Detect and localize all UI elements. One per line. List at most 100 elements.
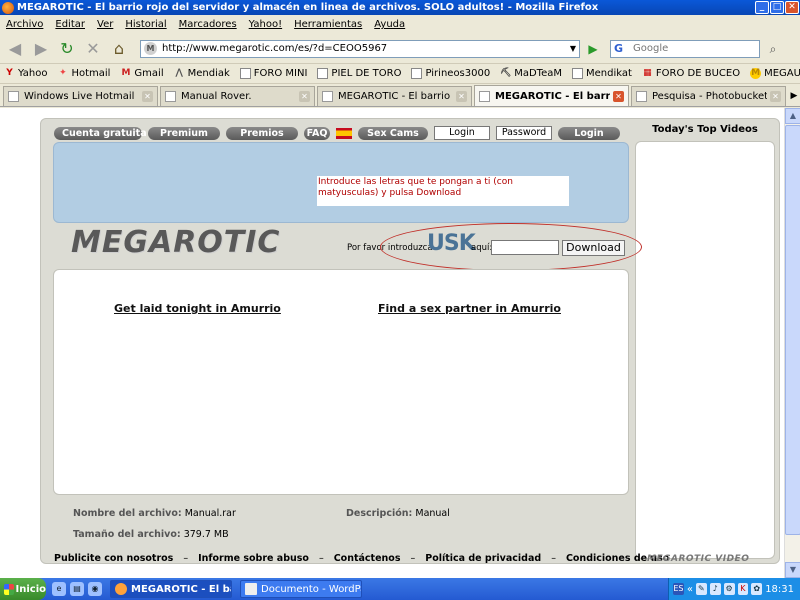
login-button[interactable]: Login	[558, 126, 620, 140]
close-tab-icon[interactable]: ✕	[456, 91, 467, 102]
bookmark-mendiak[interactable]: ⋀ Mendiak	[174, 68, 229, 79]
bookmark-piel-de-toro[interactable]: PIEL DE TORO	[317, 68, 401, 79]
menu-ayuda[interactable]: Ayuda	[374, 19, 405, 30]
home-icon[interactable]: ⌂	[108, 38, 130, 60]
vertical-scrollbar[interactable]: ▲ ▼	[784, 108, 800, 578]
menu-archivo[interactable]: Archivo	[6, 19, 43, 30]
premium-button[interactable]: Premium	[148, 126, 220, 140]
close-tab-icon[interactable]: ✕	[299, 91, 310, 102]
url-dropdown-icon[interactable]: ▼	[570, 44, 579, 53]
firefox-icon	[2, 1, 14, 14]
tray-app-icon[interactable]: ⚙	[723, 583, 735, 595]
ad-link-right[interactable]: Find a sex partner in Amurrio	[378, 302, 561, 315]
bookmark-foro-de-buceo[interactable]: ▦ FORO DE BUCEO	[642, 68, 740, 79]
tab-bar: Windows Live Hotmail ✕ Manual Rover. ✕ MEG…	[0, 85, 800, 107]
login-field[interactable]: Login	[434, 126, 490, 140]
scroll-thumb[interactable]	[785, 125, 800, 535]
language-indicator[interactable]: ES	[673, 583, 684, 595]
start-button[interactable]: Inicio	[0, 578, 46, 600]
firefox-quick-icon[interactable]: ◉	[88, 582, 102, 596]
tab-megarotic-active[interactable]: MEGAROTIC - El barrio r...✕	[474, 85, 629, 106]
footer-privacy-link[interactable]: Política de privacidad	[425, 553, 541, 564]
tab-scroll-right-icon[interactable]: ▶	[788, 86, 800, 106]
ad-area: Get laid tonight in Amurrio Find a sex p…	[53, 269, 629, 495]
close-tab-icon[interactable]: ✕	[613, 90, 624, 102]
bookmark-gmail[interactable]: M Gmail	[120, 68, 163, 79]
hotmail-icon: ✦	[59, 68, 67, 78]
stop-icon[interactable]: ✕	[82, 38, 104, 60]
captcha-label: Por favor introduzca	[347, 243, 433, 253]
forward-arrow-icon[interactable]: ▶	[30, 38, 52, 60]
mountain-icon: ⋀	[175, 68, 183, 78]
menu-yahoo[interactable]: Yahoo!	[249, 19, 282, 30]
bookmark-megaupload[interactable]: MMEGAUPLOAD	[750, 68, 800, 79]
menu-ver[interactable]: Ver	[97, 19, 113, 30]
search-input[interactable]	[633, 43, 743, 54]
go-icon[interactable]: ▶	[584, 40, 602, 58]
menu-historial[interactable]: Historial	[125, 19, 166, 30]
megarotic-video-logo[interactable]: MEGAROTIC VIDEO	[647, 554, 749, 564]
file-desc-label: Descripción:	[346, 508, 413, 519]
tray-app-icon[interactable]: ♪	[709, 583, 721, 595]
footer-advertise-link[interactable]: Publicite con nosotros	[54, 553, 173, 564]
page-icon	[572, 68, 583, 79]
minimize-button[interactable]: _	[755, 1, 769, 14]
google-icon[interactable]: G	[614, 42, 630, 56]
menu-herramientas[interactable]: Herramientas	[294, 19, 362, 30]
tray-expand-icon[interactable]: «	[687, 584, 693, 595]
prizes-button[interactable]: Premios	[226, 126, 298, 140]
bookmark-foro-mini[interactable]: FORO MINI	[239, 68, 307, 79]
task-firefox[interactable]: MEGAROTIC - El barri...	[110, 580, 232, 598]
file-name-label: Nombre del archivo:	[73, 508, 182, 519]
bookmarks-toolbar: Y Yahoo ✦ Hotmail M Gmail ⋀ Mendiak FORO MIN…	[0, 64, 800, 84]
clock[interactable]: 18:31	[765, 584, 794, 595]
firefox-icon	[115, 583, 127, 595]
bookmark-pirineos3000[interactable]: Pirineos3000	[411, 68, 490, 79]
bookmark-mendikat[interactable]: Mendikat	[572, 68, 632, 79]
reload-icon[interactable]: ↻	[56, 38, 78, 60]
download-button[interactable]: Download	[562, 240, 625, 256]
task-wordpad[interactable]: Documento - WordPad	[240, 580, 362, 598]
ad-link-left[interactable]: Get laid tonight in Amurrio	[114, 302, 281, 315]
password-field[interactable]: Password	[496, 126, 552, 140]
tab-manual-rover[interactable]: Manual Rover. ✕	[160, 86, 315, 106]
free-account-button[interactable]: Cuenta gratuita	[54, 126, 147, 140]
tray-app-icon[interactable]: ✎	[695, 583, 707, 595]
maximize-button[interactable]: □	[770, 1, 784, 14]
page-icon	[239, 68, 251, 79]
menu-editar[interactable]: Editar	[55, 19, 85, 30]
url-bar[interactable]: M http://www.megarotic.com/es/?d=CEOO596…	[140, 39, 580, 58]
page-icon	[165, 91, 176, 102]
sexcams-button[interactable]: Sex Cams	[358, 126, 428, 140]
bookmark-yahoo[interactable]: Y Yahoo	[4, 68, 47, 79]
footer-abuse-link[interactable]: Informe sobre abuso	[198, 553, 309, 564]
close-window-button[interactable]: ✕	[785, 1, 799, 14]
bookmark-hotmail[interactable]: ✦ Hotmail	[57, 68, 110, 79]
tray-k-icon[interactable]: K	[737, 583, 749, 595]
back-arrow-icon[interactable]: ◀	[4, 38, 26, 60]
captcha-input[interactable]	[491, 240, 559, 255]
windows-logo-icon	[4, 583, 14, 595]
close-tab-icon[interactable]: ✕	[770, 91, 781, 102]
close-tab-icon[interactable]: ✕	[142, 91, 153, 102]
file-desc-row: Descripción: Manual	[346, 508, 450, 519]
site-top-nav: Cuenta gratuita Premium Premios FAQ Sex …	[54, 126, 620, 140]
tab-photobucket[interactable]: Pesquisa - Photobucket - Vi...✕	[631, 86, 786, 106]
faq-button[interactable]: FAQ	[304, 126, 330, 140]
url-text[interactable]: http://www.megarotic.com/es/?d=CEOO5967	[162, 43, 570, 54]
footer-contact-link[interactable]: Contáctenos	[334, 553, 401, 564]
tab-hotmail[interactable]: Windows Live Hotmail ✕	[3, 86, 158, 106]
bookmark-madteam[interactable]: ⛏ MaDTeaM	[500, 68, 562, 79]
search-icon[interactable]: ⌕	[764, 40, 782, 58]
explorer-icon[interactable]: ▤	[70, 582, 84, 596]
menu-marcadores[interactable]: Marcadores	[179, 19, 237, 30]
scroll-up-icon[interactable]: ▲	[785, 108, 800, 124]
spain-flag-icon[interactable]	[336, 127, 352, 139]
tray-app-icon[interactable]: ✿	[751, 583, 763, 595]
page-icon	[636, 91, 647, 102]
megarotic-logo[interactable]: MEGAROTIC	[71, 225, 280, 260]
tab-megarotic-1[interactable]: MEGAROTIC - El barrio rojo ...✕	[317, 86, 472, 106]
ie-icon[interactable]: e	[52, 582, 66, 596]
scroll-down-icon[interactable]: ▼	[785, 562, 800, 578]
search-box[interactable]: G	[610, 39, 760, 58]
